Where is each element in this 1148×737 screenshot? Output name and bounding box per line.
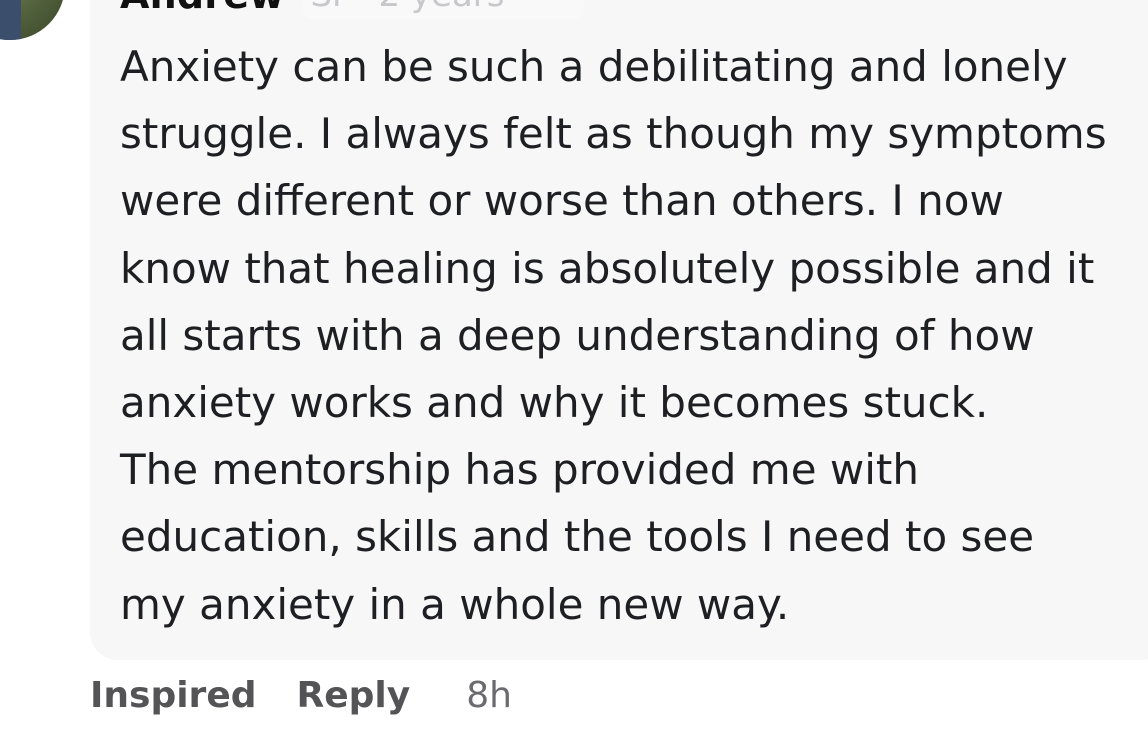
inspired-button[interactable]: Inspired <box>90 675 257 716</box>
comment-screen: Andrew Sr · 2 years Anxiety can be such … <box>0 0 1148 737</box>
comment-line: know that healing is absolutely possible… <box>120 243 1095 293</box>
comment-line: my anxiety in a whole new way. <box>120 579 790 629</box>
comment-line: struggle. I always felt as though my sym… <box>120 109 1107 159</box>
author-meta: Sr · 2 years <box>302 0 585 19</box>
comment-line: Anxiety can be such a debilitating and l… <box>120 42 1068 91</box>
comment-line: all starts with a deep understanding of … <box>120 310 1035 360</box>
comment-header: Andrew Sr · 2 years <box>120 0 585 20</box>
comment-actions: Inspired Reply 8h <box>90 672 512 718</box>
comment-line: The mentorship has provided me with <box>120 445 919 495</box>
comment-line: education, skills and the tools I need t… <box>120 512 1035 562</box>
reply-button[interactable]: Reply <box>297 675 411 716</box>
comment-line: were different or worse than others. I n… <box>120 176 1004 226</box>
author-name[interactable]: Andrew <box>120 0 284 17</box>
comment-text: Anxiety can be such a debilitating and l… <box>120 33 1130 638</box>
avatar[interactable] <box>0 0 65 40</box>
comment-timestamp: 8h <box>466 674 512 716</box>
comment-line: anxiety works and why it becomes stuck. <box>120 378 989 428</box>
